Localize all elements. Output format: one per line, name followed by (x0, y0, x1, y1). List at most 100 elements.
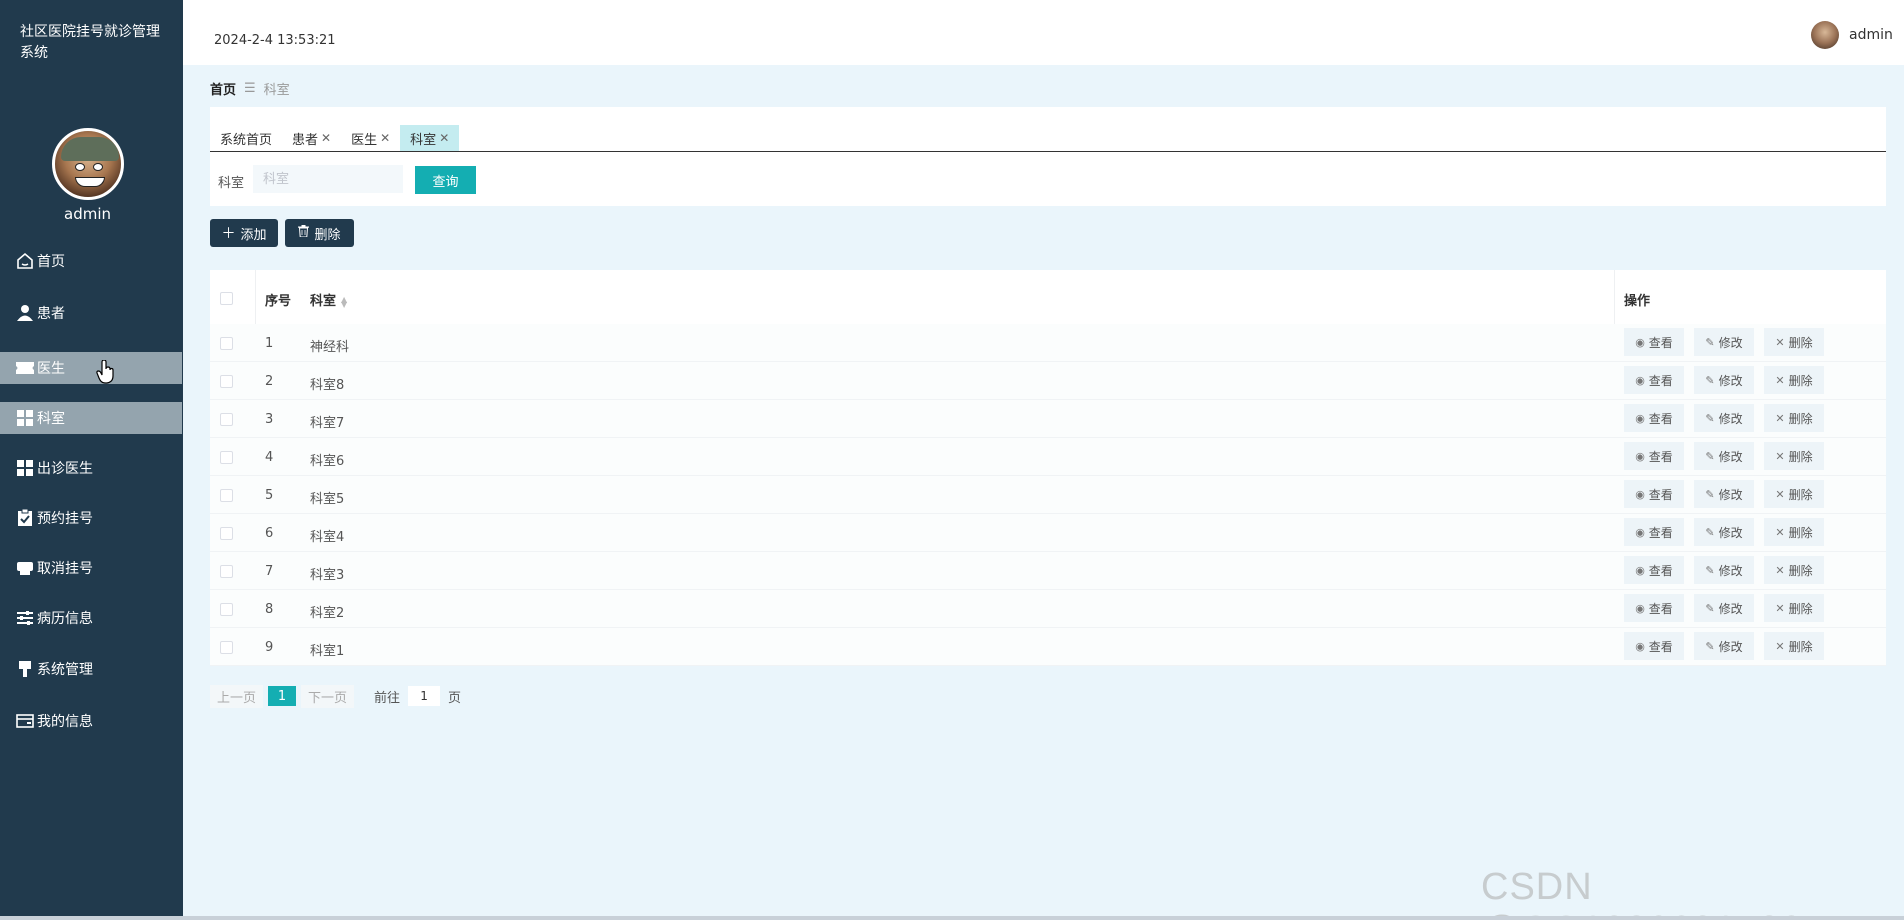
delete-button[interactable]: ✕ 删除 (1764, 480, 1824, 508)
current-datetime: 2024-2-4 13:53:21 (214, 33, 336, 48)
search-input[interactable] (253, 165, 403, 193)
close-icon: ✕ (1775, 639, 1785, 653)
view-button[interactable]: ◉ 查看 (1624, 366, 1684, 394)
table-row: 2 科室8 ◉ 查看 ✎ 修改 ✕ 删除 (210, 362, 1886, 400)
edit-button[interactable]: ✎ 修改 (1694, 632, 1754, 660)
delete-button[interactable]: ✕ 删除 (1764, 404, 1824, 432)
sidebar-item-label: 科室 (37, 411, 65, 427)
batch-delete-button[interactable]: 删除 (285, 219, 354, 247)
sidebar: 社区医院挂号就诊管理系统 admin 首页 患者 医生 科室 出诊医生 预约挂号… (0, 0, 183, 916)
tab-patients[interactable]: 患者 ✕ (282, 125, 341, 151)
user-icon (15, 304, 35, 322)
row-index: 9 (265, 640, 274, 655)
sidebar-item-visiting-doctors[interactable]: 出诊医生 (0, 452, 182, 484)
row-checkbox[interactable] (220, 451, 233, 464)
close-icon[interactable]: ✕ (439, 131, 449, 145)
edit-icon: ✎ (1705, 601, 1715, 615)
grid-icon (15, 459, 35, 477)
row-checkbox[interactable] (220, 527, 233, 540)
view-button[interactable]: ◉ 查看 (1624, 556, 1684, 584)
row-checkbox[interactable] (220, 565, 233, 578)
table-row: 9 科室1 ◉ 查看 ✎ 修改 ✕ 删除 (210, 628, 1886, 666)
eye-icon: ◉ (1635, 639, 1645, 653)
tab-system-home[interactable]: 系统首页 (210, 125, 282, 151)
user-name[interactable]: admin (1849, 27, 1893, 43)
delete-button[interactable]: ✕ 删除 (1764, 556, 1824, 584)
view-button[interactable]: ◉ 查看 (1624, 480, 1684, 508)
eye-icon: ◉ (1635, 373, 1645, 387)
delete-button[interactable]: ✕ 删除 (1764, 442, 1824, 470)
row-checkbox[interactable] (220, 413, 233, 426)
tab-doctors[interactable]: 医生 ✕ (341, 125, 400, 151)
delete-button[interactable]: ✕ 删除 (1764, 328, 1824, 356)
close-icon: ✕ (1775, 449, 1785, 463)
view-button[interactable]: ◉ 查看 (1624, 328, 1684, 356)
sidebar-item-label: 病历信息 (37, 611, 93, 627)
tab-label: 患者 (292, 132, 319, 148)
edit-button[interactable]: ✎ 修改 (1694, 366, 1754, 394)
delete-button[interactable]: ✕ 删除 (1764, 366, 1824, 394)
sidebar-item-label: 我的信息 (37, 714, 93, 730)
sidebar-username: admin (64, 205, 111, 223)
table-row: 1 神经科 ◉ 查看 ✎ 修改 ✕ 删除 (210, 324, 1886, 362)
header-index: 序号 (265, 294, 292, 309)
search-label: 科室 (218, 176, 245, 191)
edit-button[interactable]: ✎ 修改 (1694, 556, 1754, 584)
row-checkbox[interactable] (220, 489, 233, 502)
sidebar-item-patients[interactable]: 患者 (0, 297, 182, 329)
sidebar-item-appointments[interactable]: 预约挂号 (0, 502, 182, 534)
page-number-current[interactable]: 1 (268, 686, 297, 706)
edit-button[interactable]: ✎ 修改 (1694, 442, 1754, 470)
delete-button[interactable]: ✕ 删除 (1764, 594, 1824, 622)
delete-button[interactable]: ✕ 删除 (1764, 518, 1824, 546)
close-icon: ✕ (1775, 335, 1785, 349)
select-all-checkbox[interactable] (220, 292, 233, 305)
delete-button[interactable]: ✕ 删除 (1764, 632, 1824, 660)
tab-departments[interactable]: 科室 ✕ (400, 125, 460, 151)
breadcrumb: 首页 ☰ 科室 (210, 79, 290, 98)
view-button[interactable]: ◉ 查看 (1624, 518, 1684, 546)
view-button[interactable]: ◉ 查看 (1624, 594, 1684, 622)
close-icon[interactable]: ✕ (380, 131, 390, 145)
table-row: 8 科室2 ◉ 查看 ✎ 修改 ✕ 删除 (210, 590, 1886, 628)
edit-icon: ✎ (1705, 373, 1715, 387)
goto-page-input[interactable] (408, 686, 441, 706)
row-checkbox[interactable] (220, 375, 233, 388)
sidebar-item-system-management[interactable]: 系统管理 (0, 653, 182, 685)
edit-button[interactable]: ✎ 修改 (1694, 404, 1754, 432)
sidebar-item-my-info[interactable]: 我的信息 (0, 705, 182, 737)
edit-button[interactable]: ✎ 修改 (1694, 518, 1754, 546)
row-department-name: 科室8 (310, 378, 345, 393)
sidebar-item-medical-records[interactable]: 病历信息 (0, 602, 182, 634)
view-button[interactable]: ◉ 查看 (1624, 442, 1684, 470)
user-avatar[interactable] (1811, 21, 1839, 49)
row-department-name: 科室1 (310, 644, 345, 659)
tab-label: 科室 (410, 132, 437, 148)
edit-button[interactable]: ✎ 修改 (1694, 480, 1754, 508)
close-icon: ✕ (1775, 487, 1785, 501)
sidebar-item-departments[interactable]: 科室 (0, 402, 182, 434)
row-checkbox[interactable] (220, 603, 233, 616)
prev-page-button[interactable]: 上一页 (210, 684, 264, 708)
edit-button[interactable]: ✎ 修改 (1694, 328, 1754, 356)
view-button[interactable]: ◉ 查看 (1624, 404, 1684, 432)
sidebar-item-cancel-appointments[interactable]: 取消挂号 (0, 552, 182, 584)
breadcrumb-home[interactable]: 首页 (210, 79, 236, 98)
row-checkbox[interactable] (220, 337, 233, 350)
pagination: 上一页 1 下一页 前往 页 (210, 684, 461, 708)
row-department-name: 科室4 (310, 530, 345, 545)
edit-button[interactable]: ✎ 修改 (1694, 594, 1754, 622)
sort-icon[interactable]: ▲ ▼ (341, 295, 347, 308)
header-name[interactable]: 科室 ▲ ▼ (310, 290, 347, 309)
close-icon: ✕ (1775, 563, 1785, 577)
next-page-button[interactable]: 下一页 (301, 684, 355, 708)
add-button[interactable]: ＋ 添加 (210, 219, 278, 247)
view-button[interactable]: ◉ 查看 (1624, 632, 1684, 660)
row-department-name: 科室7 (310, 416, 345, 431)
tab-label: 系统首页 (220, 132, 273, 148)
sidebar-item-home[interactable]: 首页 (0, 245, 182, 277)
sidebar-item-doctors[interactable]: 医生 (0, 352, 182, 384)
close-icon[interactable]: ✕ (321, 131, 331, 145)
search-button[interactable]: 查询 (415, 166, 476, 194)
row-checkbox[interactable] (220, 641, 233, 654)
